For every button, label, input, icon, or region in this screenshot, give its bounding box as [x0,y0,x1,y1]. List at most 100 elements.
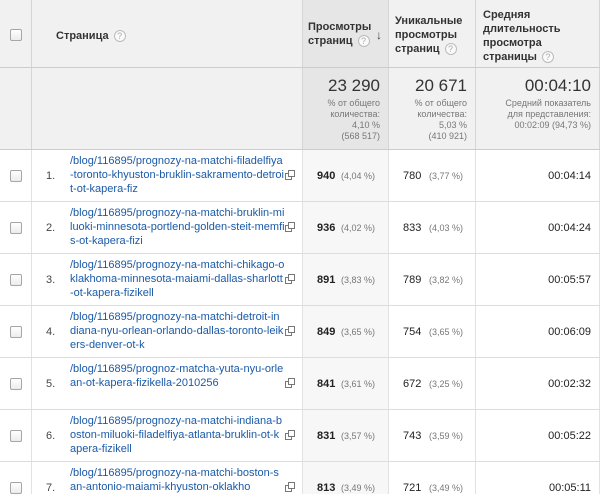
external-link-icon[interactable] [285,378,296,389]
sort-desc-icon[interactable]: ↓ [376,28,382,42]
row-views-cell: 936 (4,02 %) [303,202,389,253]
row-views-cell: 940 (4,04 %) [303,150,389,201]
uniq-percent: (3,59 %) [429,431,464,441]
totals-time-cell: 00:04:10 Средний показатель для представ… [476,68,600,149]
totals-time-value: 00:04:10 [524,76,591,95]
views-percent: (3,57 %) [341,431,376,441]
header-uniq-label: Уникальные просмотры страниц? [395,15,463,56]
row-checkbox[interactable] [10,430,22,442]
row-page-cell: 1. /blog/116895/prognozy-na-matchi-filad… [32,150,303,201]
row-rank: 2. [46,222,56,234]
row-page-cell: 4. /blog/116895/prognozy-na-matchi-detro… [32,306,303,357]
row-rank: 3. [46,274,56,286]
header-time-label: Средняя длительность просмотра страницы? [483,9,561,64]
row-rank: 7. [46,482,56,494]
analytics-table: Страница? Просмотры страниц? ↓ Уникальны… [0,0,600,494]
header-uniq-cell[interactable]: Уникальные просмотры страниц? [389,0,476,67]
table-row: 3. /blog/116895/prognozy-na-matchi-chika… [0,254,600,306]
views-percent: (4,02 %) [341,223,376,233]
time-value: 00:05:57 [548,274,591,286]
row-checkbox[interactable] [10,274,22,286]
row-views-cell: 813 (3,49 %) [303,462,389,494]
uniq-value: 754 [403,326,422,338]
page-link[interactable]: /blog/116895/prognozy-na-matchi-detroit-… [70,310,285,352]
header-page-cell[interactable]: Страница? [32,0,303,67]
external-link-icon[interactable] [285,274,296,285]
page-link[interactable]: /blog/116895/prognozy-na-matchi-chikago-… [70,258,285,300]
row-check-cell [0,254,32,305]
page-link[interactable]: /blog/116895/prognozy-na-matchi-bruklin-… [70,206,285,248]
uniq-percent: (3,49 %) [429,483,464,493]
table-row: 7. /blog/116895/prognozy-na-matchi-bosto… [0,462,600,494]
row-uniq-cell: 754 (3,65 %) [389,306,476,357]
table-row: 4. /blog/116895/prognozy-na-matchi-detro… [0,306,600,358]
row-page-cell: 3. /blog/116895/prognozy-na-matchi-chika… [32,254,303,305]
uniq-percent: (3,82 %) [429,275,464,285]
page-link[interactable]: /blog/116895/prognozy-na-matchi-indiana-… [70,414,285,456]
totals-uniq-value: 20 671 [415,76,467,95]
row-checkbox[interactable] [10,482,22,494]
row-page-cell: 5. /blog/116895/prognoz-matcha-yuta-nyu-… [32,358,303,409]
row-views-cell: 841 (3,61 %) [303,358,389,409]
external-link-icon[interactable] [285,170,296,181]
row-time-cell: 00:06:09 [476,306,600,357]
table-row: 1. /blog/116895/prognozy-na-matchi-filad… [0,150,600,202]
views-value: 841 [317,378,336,390]
row-check-cell [0,202,32,253]
page-link[interactable]: /blog/116895/prognozy-na-matchi-filadelf… [70,154,285,196]
row-uniq-cell: 789 (3,82 %) [389,254,476,305]
uniq-value: 833 [403,222,422,234]
external-link-icon[interactable] [285,222,296,233]
time-value: 00:06:09 [548,326,591,338]
header-views-cell[interactable]: Просмотры страниц? ↓ [303,0,389,67]
row-views-cell: 849 (3,65 %) [303,306,389,357]
uniq-percent: (3,65 %) [429,327,464,337]
row-rank: 4. [46,326,56,338]
row-checkbox[interactable] [10,170,22,182]
uniq-value: 672 [403,378,422,390]
row-uniq-cell: 721 (3,49 %) [389,462,476,494]
select-all-checkbox[interactable] [10,29,22,41]
time-value: 00:04:14 [548,170,591,182]
row-time-cell: 00:04:24 [476,202,600,253]
views-percent: (3,61 %) [341,379,376,389]
uniq-percent: (3,25 %) [429,379,464,389]
row-checkbox[interactable] [10,326,22,338]
table-row: 5. /blog/116895/prognoz-matcha-yuta-nyu-… [0,358,600,410]
row-time-cell: 00:04:14 [476,150,600,201]
row-check-cell [0,306,32,357]
views-percent: (3,83 %) [341,275,376,285]
row-check-cell [0,358,32,409]
row-time-cell: 00:02:32 [476,358,600,409]
help-icon[interactable]: ? [113,30,126,43]
row-rank: 5. [46,378,56,390]
totals-page-cell [32,68,303,149]
row-rank: 1. [46,170,56,182]
page-link[interactable]: /blog/116895/prognoz-matcha-yuta-nyu-orl… [70,362,285,390]
uniq-value: 721 [403,482,422,494]
external-link-icon[interactable] [285,326,296,337]
views-value: 940 [317,170,336,182]
table-row: 6. /blog/116895/prognozy-na-matchi-india… [0,410,600,462]
header-time-cell[interactable]: Средняя длительность просмотра страницы? [476,0,600,67]
external-link-icon[interactable] [285,482,296,493]
row-checkbox[interactable] [10,378,22,390]
row-page-cell: 2. /blog/116895/prognozy-na-matchi-brukl… [32,202,303,253]
help-icon[interactable]: ? [541,51,554,64]
external-link-icon[interactable] [285,430,296,441]
row-views-cell: 831 (3,57 %) [303,410,389,461]
header-views-label: Просмотры страниц? [308,21,372,48]
uniq-percent: (3,77 %) [429,171,464,181]
totals-row: 23 290 % от общего количества: 4,10 % (5… [0,68,600,150]
row-check-cell [0,462,32,494]
views-value: 813 [317,482,336,494]
totals-views-note: % от общего количества: 4,10 % (568 517) [327,98,381,141]
row-uniq-cell: 743 (3,59 %) [389,410,476,461]
help-icon[interactable]: ? [357,35,370,48]
page-link[interactable]: /blog/116895/prognozy-na-matchi-boston-s… [70,466,285,494]
totals-check-cell [0,68,32,149]
row-checkbox[interactable] [10,222,22,234]
header-page-label: Страница? [56,29,126,43]
help-icon[interactable]: ? [444,43,457,56]
row-uniq-cell: 780 (3,77 %) [389,150,476,201]
